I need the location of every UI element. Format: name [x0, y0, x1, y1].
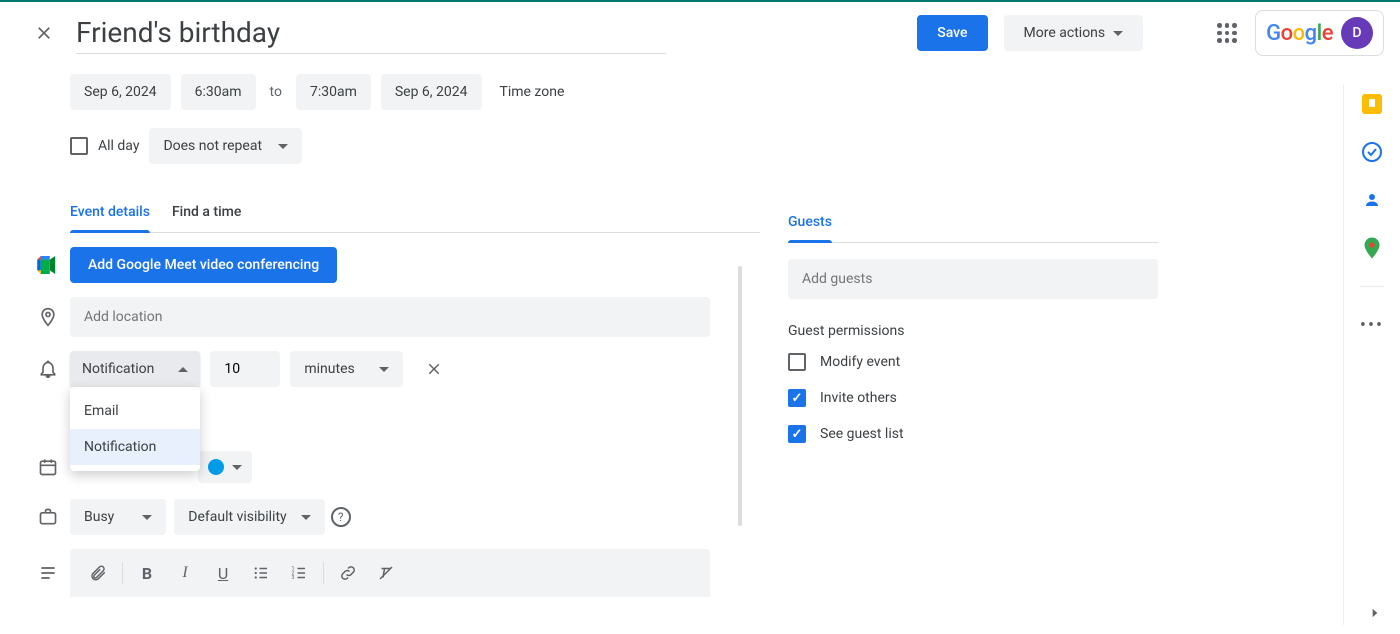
chevron-down-icon: [142, 515, 152, 520]
attach-button[interactable]: [80, 557, 116, 589]
chevron-down-icon: [1113, 31, 1123, 36]
contacts-icon[interactable]: [1362, 190, 1382, 210]
meet-icon: [26, 256, 70, 274]
chevron-down-icon: [379, 367, 389, 372]
chevron-down-icon: [301, 515, 311, 520]
collapse-panel-button[interactable]: [1368, 606, 1382, 620]
tab-guests[interactable]: Guests: [788, 204, 832, 242]
menu-item-notification[interactable]: Notification: [70, 429, 200, 465]
calendar-icon: [26, 457, 70, 477]
description-toolbar: B I U 123: [70, 549, 710, 597]
close-button[interactable]: [24, 13, 64, 53]
notification-icon: [26, 359, 70, 379]
briefcase-icon: [26, 507, 70, 527]
location-input[interactable]: [70, 297, 710, 337]
paperclip-icon: [89, 564, 107, 582]
invite-others-checkbox[interactable]: [788, 389, 806, 407]
to-label: to: [266, 74, 286, 110]
chevron-down-icon: [232, 465, 242, 470]
tab-event-details[interactable]: Event details: [70, 194, 150, 232]
modify-event-label: Modify event: [820, 354, 900, 370]
see-guest-list-label: See guest list: [820, 426, 904, 442]
save-button[interactable]: Save: [917, 15, 987, 51]
notification-type-select[interactable]: Notification: [70, 351, 200, 387]
link-icon: [339, 564, 357, 582]
close-icon: [425, 360, 443, 378]
keep-icon[interactable]: [1362, 94, 1382, 114]
link-button[interactable]: [330, 557, 366, 589]
remove-notification-button[interactable]: [419, 354, 449, 384]
modify-event-checkbox[interactable]: [788, 353, 806, 371]
tasks-icon[interactable]: [1362, 142, 1382, 162]
calendar-color-select[interactable]: [198, 451, 252, 483]
event-title-input[interactable]: [76, 12, 666, 54]
notification-value-input[interactable]: [210, 351, 280, 387]
chevron-right-icon: [1368, 606, 1382, 620]
notification-unit-label: minutes: [304, 361, 354, 377]
tab-find-a-time[interactable]: Find a time: [172, 194, 241, 232]
repeat-label: Does not repeat: [163, 138, 262, 154]
notification-type-menu: Email Notification: [70, 387, 200, 471]
busy-label: Busy: [84, 509, 114, 525]
location-icon: [26, 307, 70, 327]
clear-format-button[interactable]: [368, 557, 404, 589]
scrollbar[interactable]: [738, 266, 742, 526]
timezone-link[interactable]: Time zone: [500, 84, 565, 100]
more-addons-icon[interactable]: •••: [1362, 315, 1382, 335]
menu-item-email[interactable]: Email: [70, 393, 200, 429]
guest-permissions-title: Guest permissions: [788, 323, 1140, 339]
description-icon: [26, 563, 70, 583]
bold-icon: B: [142, 564, 152, 583]
italic-icon: I: [182, 564, 187, 582]
side-panel: •••: [1344, 4, 1400, 634]
busy-select[interactable]: Busy: [70, 499, 166, 535]
start-time-chip[interactable]: 6:30am: [181, 74, 256, 110]
google-apps-icon[interactable]: [1215, 21, 1239, 45]
numbered-list-button[interactable]: 123: [281, 557, 317, 589]
chevron-down-icon: [278, 144, 288, 149]
maps-icon[interactable]: [1362, 238, 1382, 258]
repeat-select[interactable]: Does not repeat: [149, 128, 302, 164]
help-icon[interactable]: ?: [331, 507, 351, 527]
chevron-up-icon: [178, 367, 188, 372]
start-date-chip[interactable]: Sep 6, 2024: [70, 74, 171, 110]
close-icon: [34, 23, 54, 43]
underline-icon: U: [218, 564, 228, 583]
bullet-list-icon: [252, 564, 270, 582]
more-actions-button[interactable]: More actions: [1004, 15, 1144, 51]
add-meet-button[interactable]: Add Google Meet video conferencing: [70, 247, 337, 283]
google-logo: Google: [1266, 21, 1333, 46]
notification-type-label: Notification: [82, 361, 154, 377]
bullet-list-button[interactable]: [243, 557, 279, 589]
end-date-chip[interactable]: Sep 6, 2024: [381, 74, 482, 110]
add-guests-input[interactable]: [788, 259, 1158, 299]
invite-others-label: Invite others: [820, 390, 897, 406]
all-day-label: All day: [98, 138, 139, 154]
visibility-label: Default visibility: [188, 509, 286, 525]
clear-format-icon: [377, 564, 395, 582]
all-day-checkbox[interactable]: [70, 137, 88, 155]
underline-button[interactable]: U: [205, 557, 241, 589]
visibility-select[interactable]: Default visibility: [174, 499, 324, 535]
color-dot-icon: [208, 459, 224, 475]
bold-button[interactable]: B: [129, 557, 165, 589]
notification-unit-select[interactable]: minutes: [290, 351, 402, 387]
see-guest-list-checkbox[interactable]: [788, 425, 806, 443]
more-actions-label: More actions: [1024, 25, 1106, 41]
italic-button[interactable]: I: [167, 557, 203, 589]
numbered-list-icon: 123: [290, 564, 308, 582]
svg-text:3: 3: [292, 575, 295, 581]
end-time-chip[interactable]: 7:30am: [296, 74, 371, 110]
